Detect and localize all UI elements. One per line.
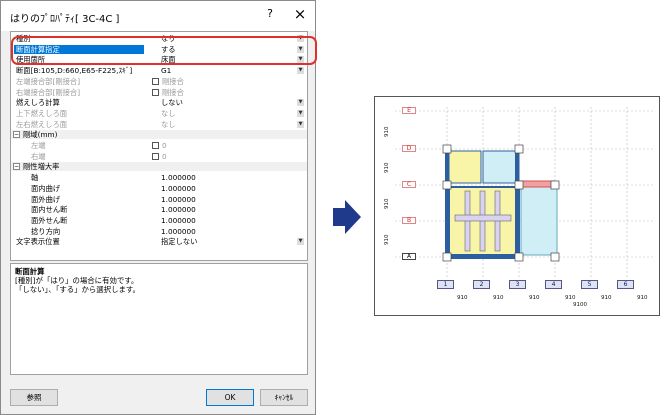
description-title: 断面計算 — [15, 267, 45, 276]
property-value[interactable]: 1.000000 — [161, 205, 196, 214]
dropdown-arrow-icon[interactable]: ▼ — [297, 67, 304, 75]
column-tag: 5 — [581, 280, 598, 289]
property-name: 面内曲げ — [31, 183, 61, 193]
description-line: 「しない」、「する」から選択します。 — [15, 285, 140, 294]
property-value[interactable]: 1.000000 — [161, 173, 196, 182]
column-tag: 4 — [545, 280, 562, 289]
property-row[interactable]: 断面[B:105,D:660,E65-F225,ｽｷﾞ] G1 ▼ — [11, 66, 307, 75]
cancel-button[interactable]: ｷｬﾝｾﾙ — [260, 389, 308, 406]
dialog-title: はりのﾌﾟﾛﾊﾟﾃｨ[ 3C-4C ] — [10, 14, 120, 25]
property-row[interactable]: − 剛域(mm) — [11, 130, 307, 140]
horizontal-dimension: 910 — [529, 295, 540, 301]
title-bar: はりのﾌﾟﾛﾊﾟﾃｨ[ 3C-4C ] ? × — [1, 1, 315, 31]
property-name: 捻り方向 — [31, 226, 61, 236]
column-tag: 6 — [617, 280, 634, 289]
horizontal-dimension: 910 — [565, 295, 576, 301]
property-name: 剛域(mm) — [23, 130, 58, 140]
property-row[interactable]: 燃えしろ計算 しない ▼ — [11, 98, 307, 107]
property-name: 面外せん断 — [31, 215, 68, 225]
horizontal-dimension: 910 — [457, 295, 468, 301]
property-name: 左端接合部[剛接合] — [16, 76, 81, 86]
help-button[interactable]: ? — [263, 7, 277, 23]
level-tag: A — [402, 253, 416, 260]
property-row[interactable]: 捻り方向 1.000000 — [11, 227, 307, 236]
property-row[interactable]: 左右燃えしろ面 なし ▼ — [11, 120, 307, 129]
property-name: 剛性増大率 — [23, 162, 60, 172]
checkbox[interactable] — [152, 77, 159, 85]
description-panel: 断面計算 [種別]が「はり」の場合に有効です。 「しない」、「する」から選択しま… — [10, 263, 308, 375]
dropdown-arrow-icon[interactable]: ▼ — [297, 120, 304, 128]
column-tag: 3 — [509, 280, 526, 289]
property-value[interactable]: 1.000000 — [161, 227, 196, 236]
property-row[interactable]: 面内せん断 1.000000 — [11, 205, 307, 214]
property-row[interactable]: 左端 0 — [11, 141, 307, 150]
column-tag: 2 — [473, 280, 490, 289]
collapse-icon[interactable]: − — [13, 131, 20, 139]
level-tag: D — [402, 145, 416, 152]
property-row[interactable]: 面外せん断 1.000000 — [11, 216, 307, 225]
property-row[interactable]: 左端接合部[剛接合] 剛接合 — [11, 77, 307, 86]
column-tag: 1 — [437, 280, 454, 289]
close-button[interactable]: × — [292, 6, 308, 23]
property-name: 燃えしろ計算 — [16, 98, 60, 108]
property-value[interactable]: 1.000000 — [161, 195, 196, 204]
property-value[interactable]: 1.000000 — [161, 216, 196, 225]
right-arrow-icon — [333, 200, 361, 234]
property-name: 右端 — [31, 151, 46, 161]
description-line: [種別]が「はり」の場合に有効です。 — [15, 276, 139, 285]
reference-button[interactable]: 参照 — [10, 389, 58, 406]
property-value[interactable]: なし — [161, 120, 176, 129]
vertical-dimension: 910 — [384, 126, 390, 138]
property-name: 面内せん断 — [31, 205, 68, 215]
property-value[interactable]: なし — [161, 109, 176, 118]
property-name: 左右燃えしろ面 — [16, 119, 68, 129]
level-tag: B — [402, 217, 416, 224]
vertical-dimension: 910 — [384, 198, 390, 210]
property-name: 文字表示位置 — [16, 237, 60, 247]
dropdown-arrow-icon[interactable]: ▼ — [297, 109, 304, 117]
property-value[interactable]: 0 — [162, 141, 167, 150]
property-row[interactable]: − 剛性増大率 — [11, 162, 307, 172]
vertical-dimension: 910 — [384, 162, 390, 174]
property-value[interactable]: 1.000000 — [161, 184, 196, 193]
level-tag: E — [402, 107, 416, 114]
property-value[interactable]: 指定しない — [161, 237, 197, 246]
property-row[interactable]: 軸 1.000000 — [11, 173, 307, 182]
total-dimension: 9100 — [573, 302, 587, 308]
checkbox[interactable] — [152, 88, 159, 96]
property-value[interactable]: G1 — [161, 66, 171, 75]
property-name: 左端 — [31, 141, 46, 150]
property-row[interactable]: 上下燃えしろ面 なし ▼ — [11, 109, 307, 118]
horizontal-dimension: 910 — [637, 295, 648, 301]
property-name: 右端接合部[剛接合] — [16, 87, 81, 97]
property-name: 上下燃えしろ面 — [16, 108, 68, 118]
property-row[interactable]: 面内曲げ 1.000000 — [11, 184, 307, 193]
dropdown-arrow-icon[interactable]: ▼ — [297, 238, 304, 246]
checkbox[interactable] — [152, 142, 159, 149]
property-row[interactable]: 右端接合部[剛接合] 剛接合 — [11, 88, 307, 97]
collapse-icon[interactable]: − — [13, 163, 20, 171]
property-grid: 種別 なり ▼ 断面計算指定 する ▼ 使用箇所 床面 ▼ 断面[B:105,D:660,E65-… — [10, 31, 308, 261]
property-row[interactable]: 文字表示位置 指定しない ▼ — [11, 237, 307, 246]
horizontal-dimension: 910 — [493, 295, 504, 301]
property-value[interactable]: 剛接合 — [162, 77, 184, 86]
property-value[interactable]: 剛接合 — [162, 88, 184, 97]
property-row[interactable]: 右端 0 — [11, 152, 307, 161]
ok-button[interactable]: OK — [206, 389, 254, 406]
checkbox[interactable] — [152, 152, 159, 160]
horizontal-dimension: 910 — [601, 295, 612, 301]
vertical-dimension: 910 — [384, 234, 390, 246]
property-row[interactable]: 面外曲げ 1.000000 — [11, 195, 307, 204]
property-value[interactable]: しない — [161, 98, 183, 107]
property-name: 軸 — [31, 173, 39, 183]
property-name: 断面[B:105,D:660,E65-F225,ｽｷﾞ] — [16, 66, 133, 76]
level-tag: C — [402, 181, 416, 188]
dropdown-arrow-icon[interactable]: ▼ — [297, 99, 304, 107]
floor-plan-view: E D C B A 910 910 910 910 1 2 3 4 5 6 910 910 910 910 910 9… — [374, 96, 660, 316]
property-name: 面外曲げ — [31, 194, 61, 204]
property-value[interactable]: 0 — [162, 152, 167, 161]
highlight-frame — [11, 36, 317, 65]
